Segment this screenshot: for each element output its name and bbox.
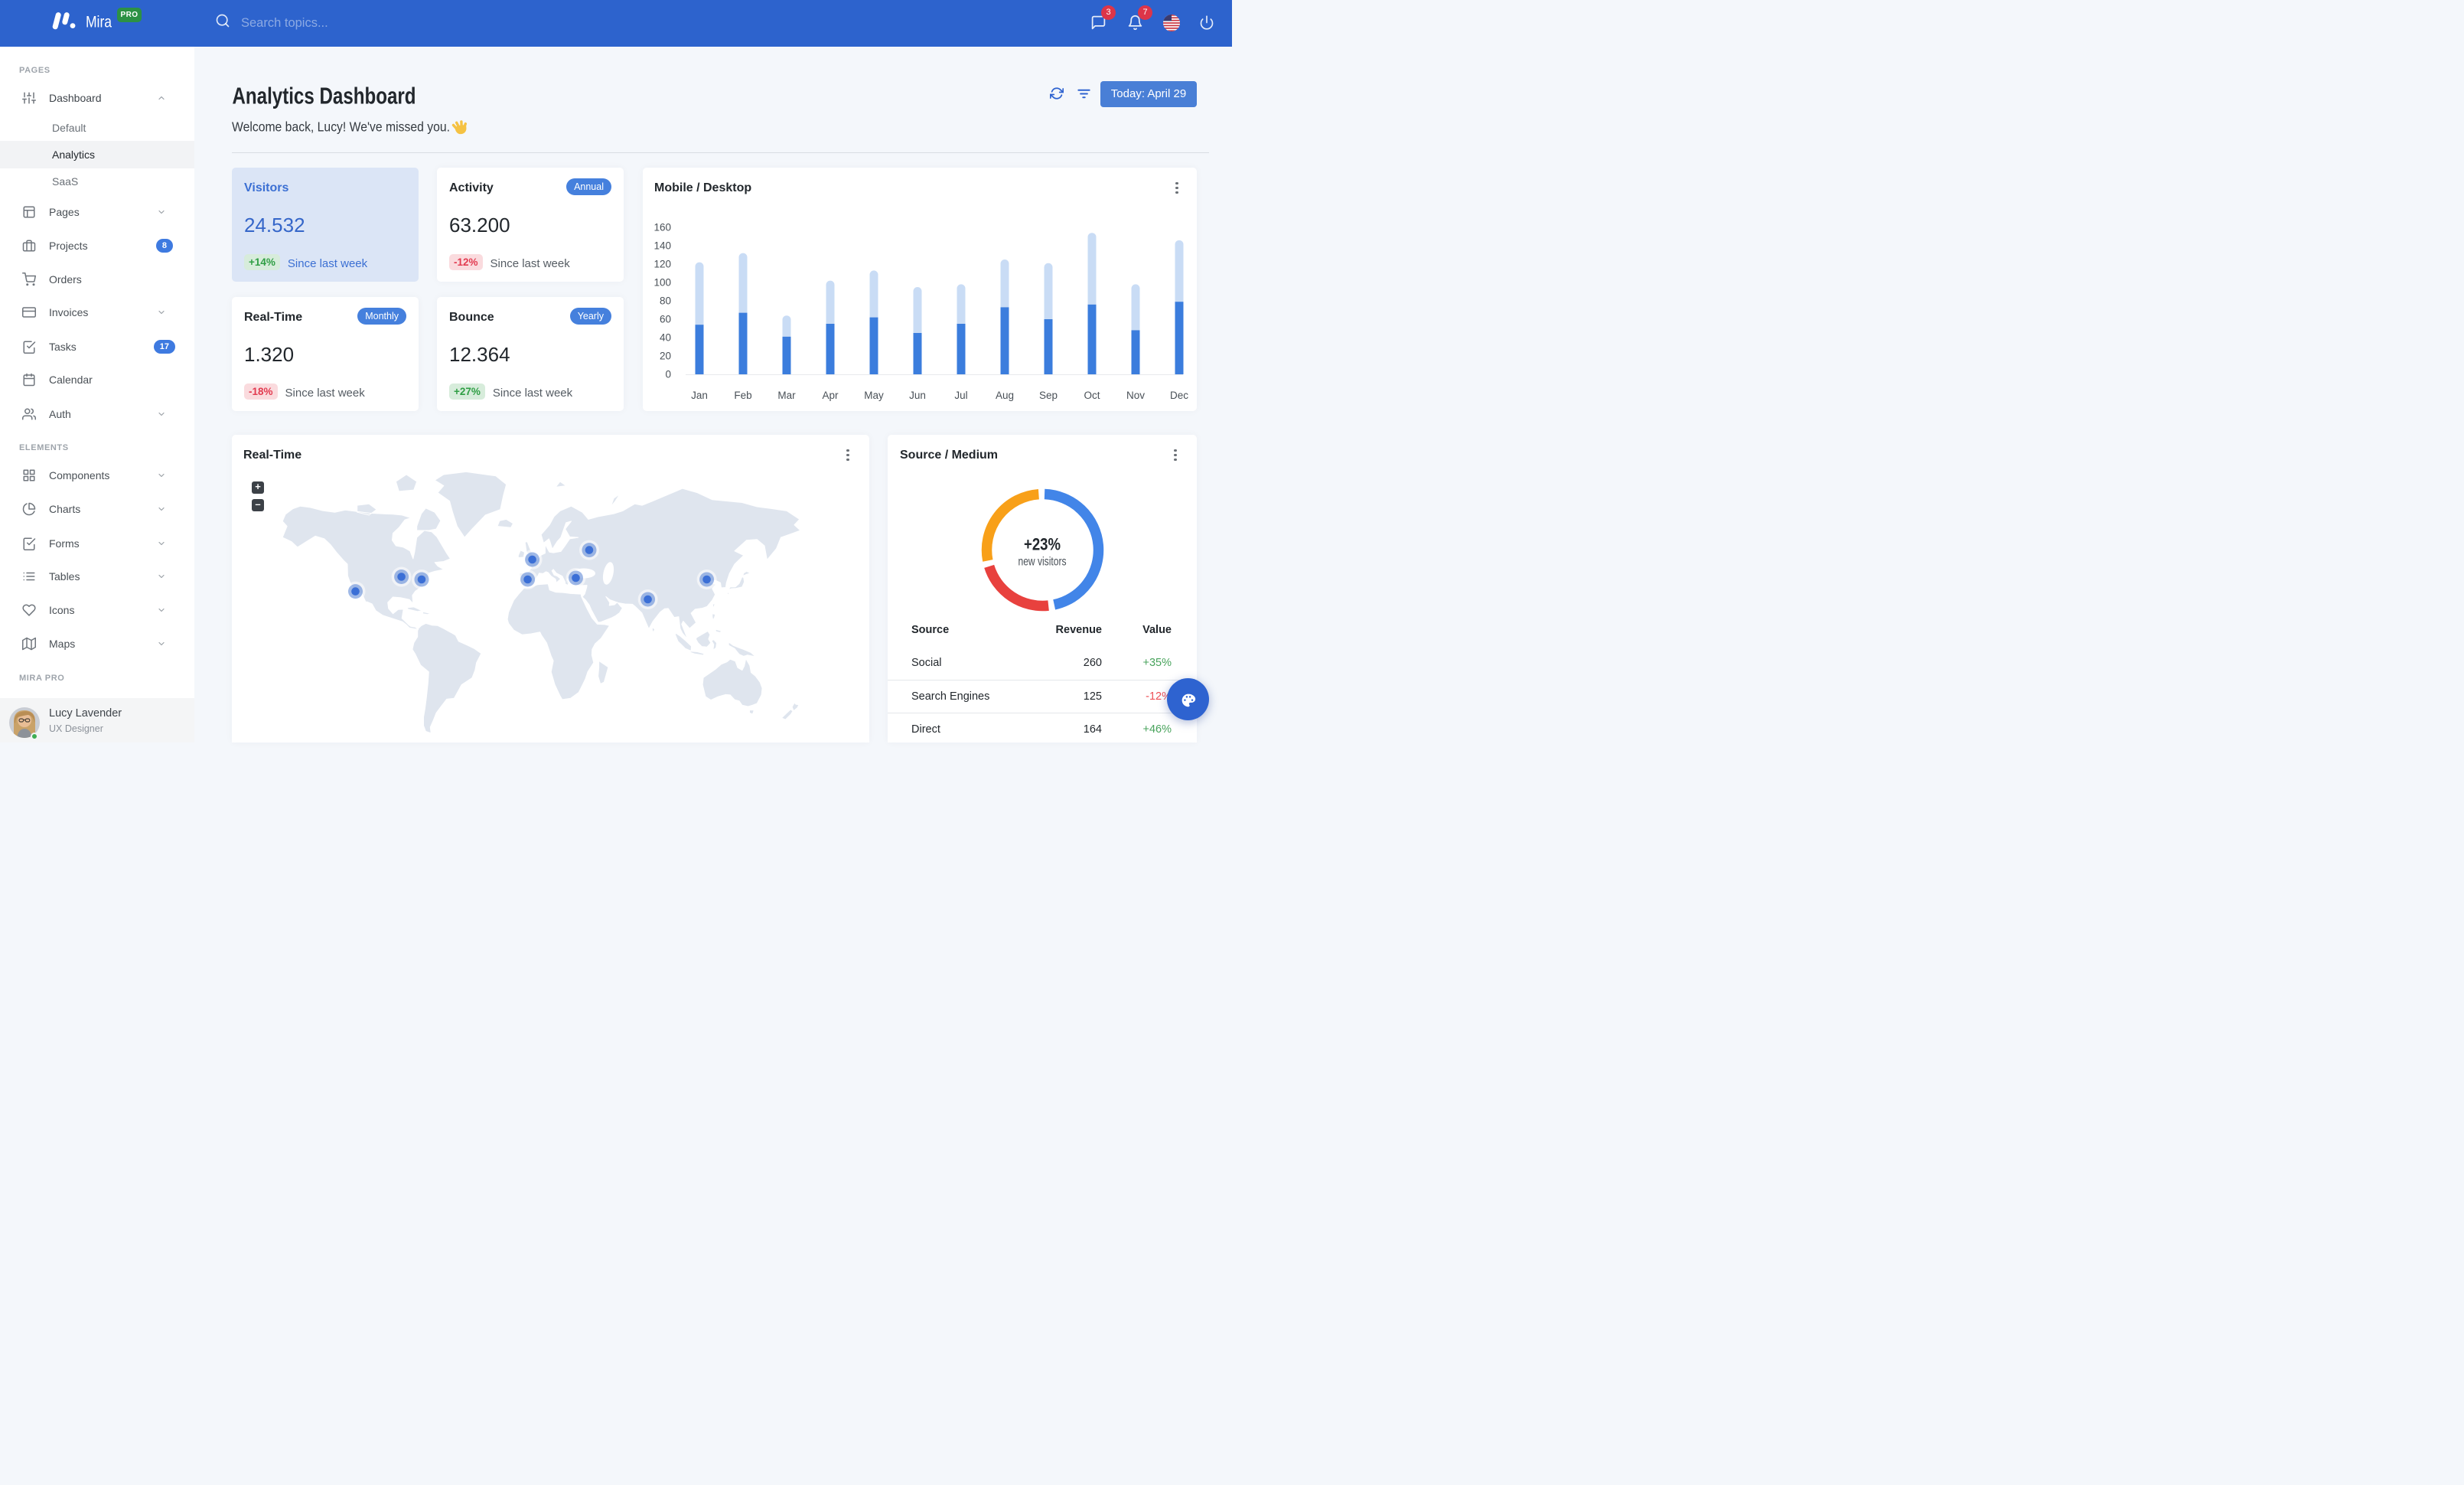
svg-text:new visitors: new visitors: [1019, 556, 1067, 569]
svg-text:+23%: +23%: [1024, 535, 1061, 554]
svg-text:Welcome back, Lucy! We've miss: Welcome back, Lucy! We've missed you.: [232, 119, 450, 135]
svg-text:Dec: Dec: [1170, 390, 1188, 401]
svg-text:160: 160: [653, 222, 671, 233]
svg-text:140: 140: [653, 240, 671, 252]
svg-text:0: 0: [665, 369, 671, 380]
svg-text:May: May: [864, 390, 884, 401]
svg-text:20: 20: [660, 351, 671, 362]
svg-text:Jul: Jul: [954, 390, 967, 401]
svg-text:40: 40: [660, 332, 671, 344]
svg-text:Feb: Feb: [734, 390, 751, 401]
svg-text:Jun: Jun: [909, 390, 926, 401]
svg-text:Oct: Oct: [1084, 390, 1100, 401]
svg-text:80: 80: [660, 295, 671, 307]
svg-text:120: 120: [653, 259, 671, 270]
svg-text:Sep: Sep: [1039, 390, 1058, 401]
svg-text:Mira: Mira: [86, 14, 112, 31]
svg-text:Nov: Nov: [1126, 390, 1145, 401]
svg-text:Apr: Apr: [822, 390, 839, 401]
svg-text:Jan: Jan: [691, 390, 708, 401]
svg-text:Mar: Mar: [777, 390, 796, 401]
svg-text:Analytics Dashboard: Analytics Dashboard: [233, 83, 416, 109]
svg-text:Aug: Aug: [996, 390, 1014, 401]
svg-text:60: 60: [660, 314, 671, 325]
svg-text:100: 100: [653, 277, 671, 289]
